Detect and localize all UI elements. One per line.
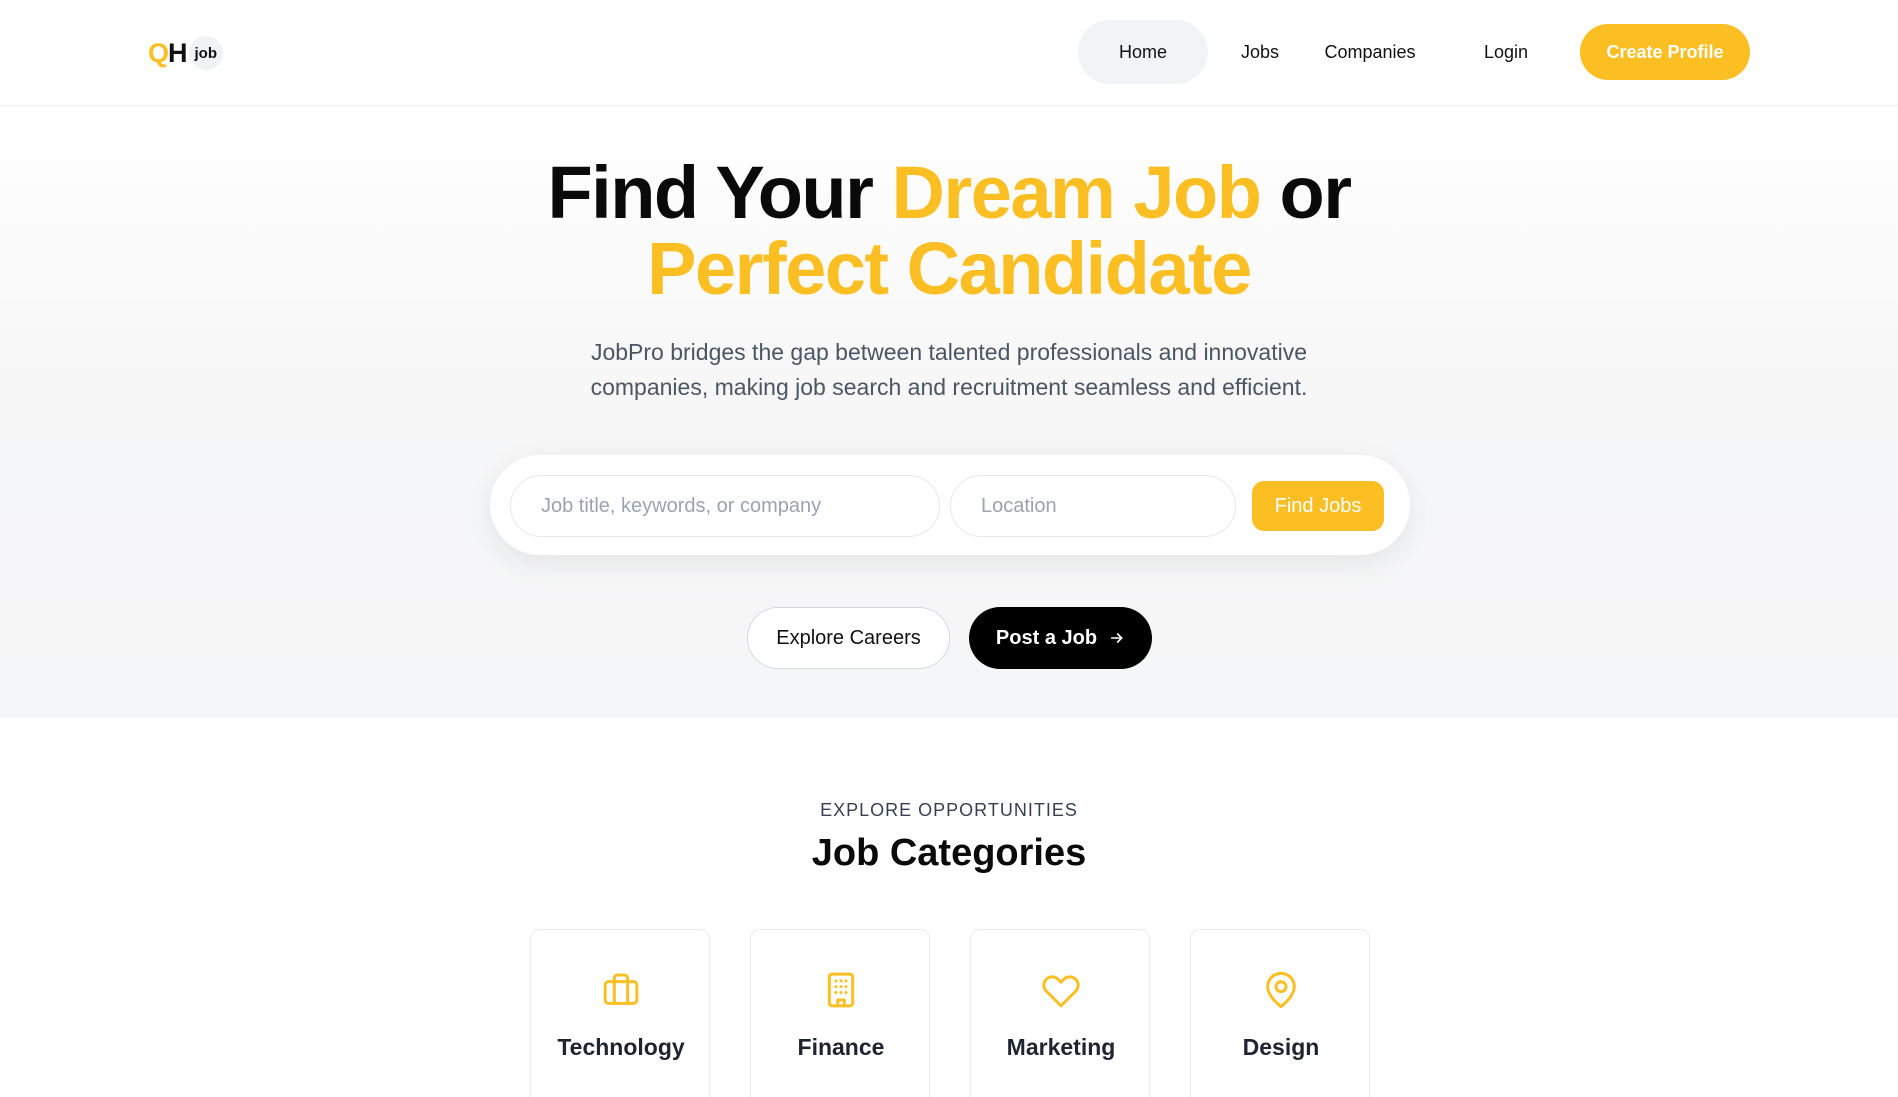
category-label: Technology <box>557 1034 685 1060</box>
building-icon <box>827 972 855 1008</box>
logo-mark: QH <box>148 37 187 68</box>
post-job-label: Post a Job <box>995 626 1098 649</box>
category-label: Design <box>1242 1034 1320 1060</box>
create-profile-button[interactable]: Create Profile <box>1580 24 1750 80</box>
site-logo[interactable]: QH job <box>148 36 224 70</box>
category-label: Marketing <box>1006 1034 1116 1060</box>
main-nav: Home Jobs Companies Login Create Profile <box>1078 20 1750 84</box>
category-card-technology[interactable]: Technology <box>530 929 710 1097</box>
nav-home[interactable]: Home <box>1078 20 1208 84</box>
heart-icon <box>1042 975 1080 1008</box>
top-navbar: QH job Home Jobs Companies Login Create … <box>0 0 1898 106</box>
category-label: Finance <box>797 1034 885 1060</box>
hero-title-accent2: Perfect Candidate <box>647 227 1252 310</box>
category-card-marketing[interactable]: Marketing <box>970 929 1150 1097</box>
map-pin-icon <box>1266 971 1296 1009</box>
explore-careers-button[interactable]: Explore Careers <box>747 607 950 669</box>
hero-title-accent1: Dream Job <box>891 151 1261 234</box>
hero-section: Find Your Dream Job or Perfect Candidate… <box>0 107 1898 718</box>
nav-companies[interactable]: Companies <box>1314 20 1426 84</box>
section-title: Job Categories <box>811 832 1087 874</box>
nav-login[interactable]: Login <box>1472 20 1540 84</box>
hero-title-part2: or <box>1260 151 1353 234</box>
keyword-search-input[interactable]: Job title, keywords, or company <box>510 475 940 537</box>
nav-jobs[interactable]: Jobs <box>1226 20 1294 84</box>
logo-badge: job <box>188 36 224 70</box>
hero-title: Find Your Dream Job or Perfect Candidate <box>0 155 1898 307</box>
post-job-button[interactable]: Post a Job <box>969 607 1152 669</box>
briefcase-icon <box>603 973 639 1005</box>
category-card-finance[interactable]: Finance <box>750 929 930 1097</box>
arrow-right-icon <box>1110 633 1123 643</box>
job-search-bar: Job title, keywords, or company Location… <box>490 455 1410 555</box>
location-input[interactable]: Location <box>950 475 1236 537</box>
section-eyebrow: EXPLORE OPPORTUNITIES <box>820 800 1078 820</box>
hero-title-part1: Find Your <box>547 151 892 234</box>
find-jobs-button[interactable]: Find Jobs <box>1252 481 1384 531</box>
category-card-design[interactable]: Design <box>1190 929 1370 1097</box>
hero-subtitle: JobPro bridges the gap between talented … <box>590 339 1308 400</box>
